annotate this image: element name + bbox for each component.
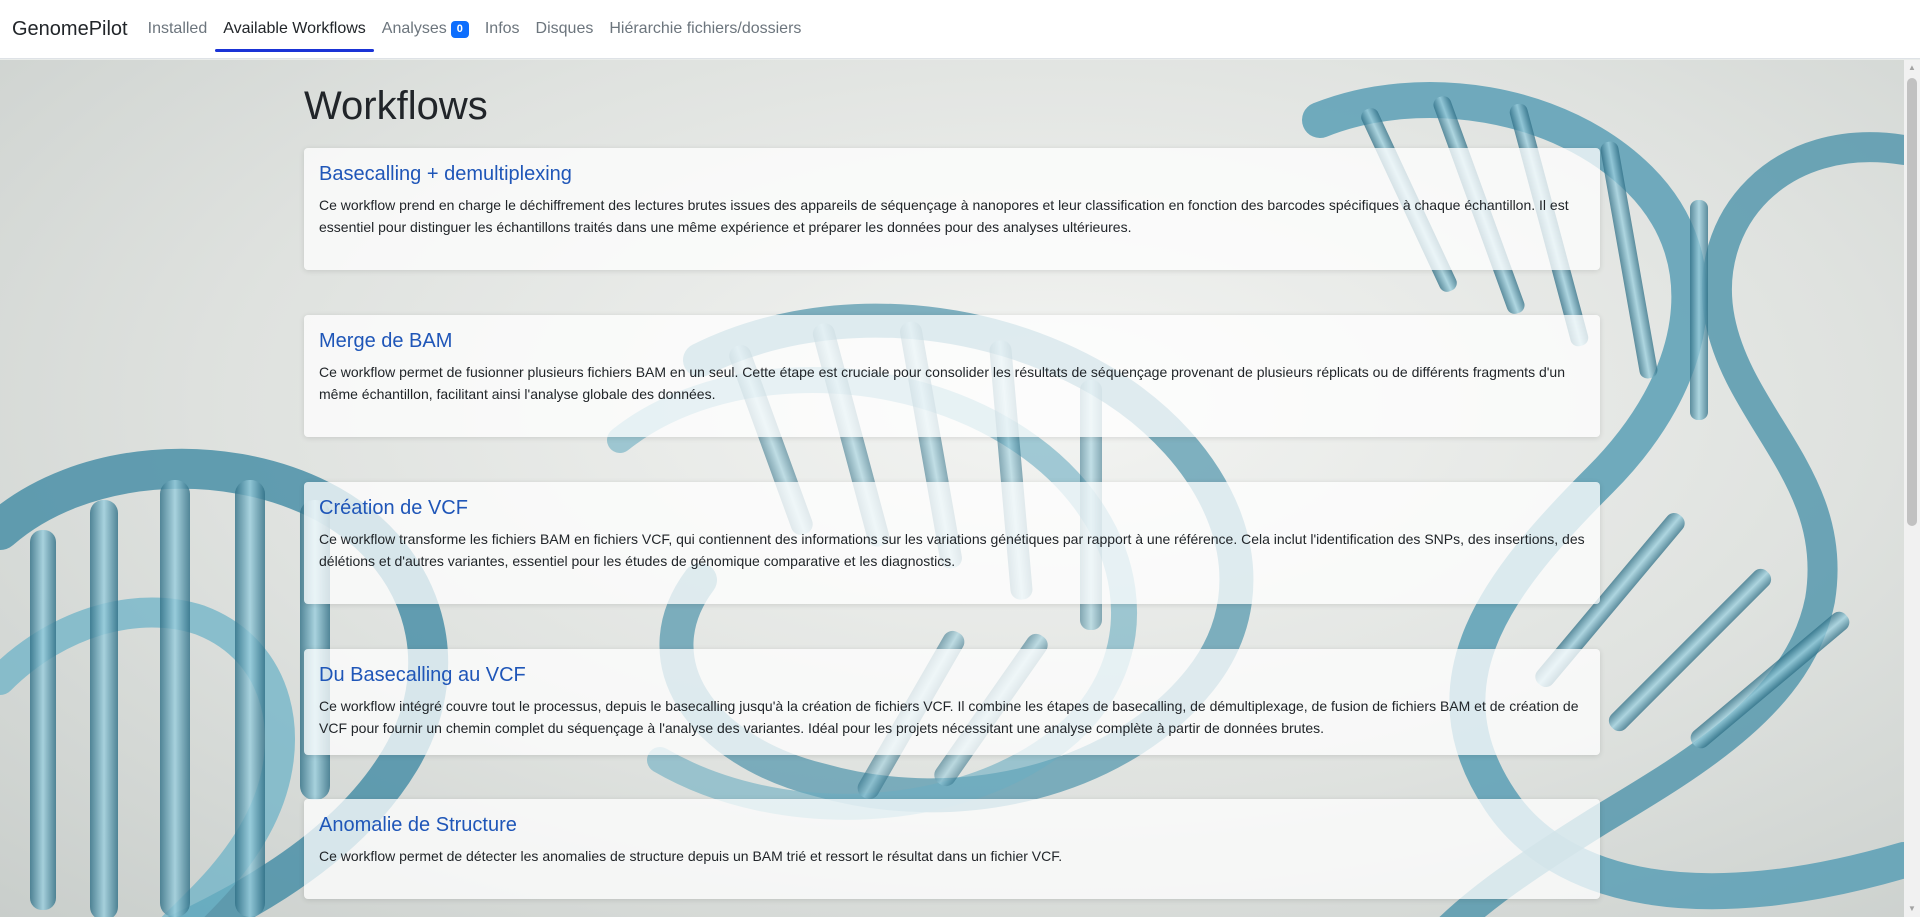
nav-links: Installed Available Workflows Analyses 0 … [140, 0, 810, 58]
nav-link-available-workflows[interactable]: Available Workflows [215, 0, 374, 58]
nav-link-label: Disques [535, 20, 594, 37]
workflow-title-link[interactable]: Basecalling + demultiplexing [319, 162, 1585, 186]
nav-link-analyses[interactable]: Analyses 0 [374, 0, 477, 58]
main-content: Workflows Basecalling + demultiplexing C… [304, 60, 1600, 899]
workflow-card-vcf-creation: Création de VCF Ce workflow transforme l… [304, 482, 1600, 604]
brand-logo[interactable]: GenomePilot [12, 0, 128, 59]
nav-link-label: Analyses [381, 20, 447, 37]
nav-link-infos[interactable]: Infos [477, 0, 528, 58]
nav-link-label: Infos [484, 20, 520, 37]
workflow-title-link[interactable]: Anomalie de Structure [319, 813, 1585, 837]
workflow-title-link[interactable]: Merge de BAM [319, 329, 1585, 353]
top-navbar: GenomePilot Installed Available Workflow… [0, 0, 1920, 59]
nav-link-label: Available Workflows [223, 20, 366, 37]
scroll-down-arrow-icon[interactable]: ▼ [1904, 901, 1920, 917]
page-title: Workflows [304, 84, 488, 128]
analyses-count-badge: 0 [450, 20, 469, 38]
scroll-up-arrow-icon[interactable]: ▲ [1904, 60, 1920, 76]
workflow-description: Ce workflow permet de détecter les anoma… [319, 848, 1063, 864]
workflow-card-basecalling-to-vcf: Du Basecalling au VCF Ce workflow intégr… [304, 649, 1600, 755]
workflow-description: Ce workflow permet de fusionner plusieur… [319, 364, 1565, 402]
page-scrollbar[interactable]: ▲ ▼ [1904, 60, 1920, 917]
nav-link-label: Installed [147, 20, 208, 37]
scrollbar-thumb[interactable] [1907, 78, 1917, 526]
workflow-card-basecalling: Basecalling + demultiplexing Ce workflow… [304, 148, 1600, 270]
nav-link-disques[interactable]: Disques [528, 0, 602, 58]
nav-link-installed[interactable]: Installed [140, 0, 216, 58]
workflow-card-structure-anomaly: Anomalie de Structure Ce workflow permet… [304, 799, 1600, 899]
workflow-description: Ce workflow intégré couvre tout le proce… [319, 698, 1579, 736]
workflow-description: Ce workflow prend en charge le déchiffre… [319, 197, 1569, 235]
workflow-description: Ce workflow transforme les fichiers BAM … [319, 531, 1585, 569]
nav-link-file-hierarchy[interactable]: Hiérarchie fichiers/dossiers [601, 0, 809, 58]
nav-link-label: Hiérarchie fichiers/dossiers [609, 20, 802, 37]
workflow-card-merge-bam: Merge de BAM Ce workflow permet de fusio… [304, 315, 1600, 437]
workflow-title-link[interactable]: Création de VCF [319, 496, 1585, 520]
workflow-title-link[interactable]: Du Basecalling au VCF [319, 663, 1585, 687]
